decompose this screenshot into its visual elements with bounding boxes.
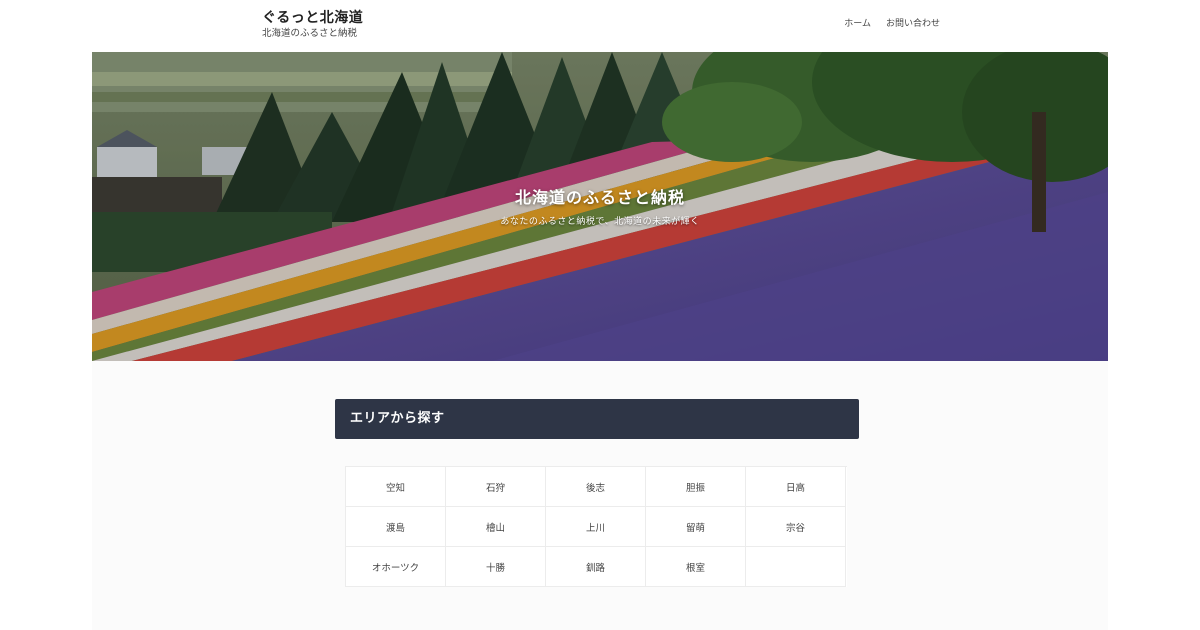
area-link-hidaka[interactable]: 日高 xyxy=(746,467,846,507)
page-wrapper: ぐるっと北海道 北海道のふるさと納税 ホーム お問い合わせ 北海道のふるさと納税… xyxy=(92,0,1108,630)
area-link-shiribeshi[interactable]: 後志 xyxy=(546,467,646,507)
area-link-sorachi[interactable]: 空知 xyxy=(346,467,446,507)
area-link-kamikawa[interactable]: 上川 xyxy=(546,507,646,547)
area-link-tokachi[interactable]: 十勝 xyxy=(446,547,546,587)
area-cell-empty xyxy=(746,547,846,587)
area-link-okhotsk[interactable]: オホーツク xyxy=(346,547,446,587)
hero-subtitle: あなたのふるさと納税で、北海道の未来が輝く xyxy=(500,217,700,227)
area-link-kushiro[interactable]: 釧路 xyxy=(546,547,646,587)
area-link-rumoi[interactable]: 留萌 xyxy=(646,507,746,547)
area-link-ishikari[interactable]: 石狩 xyxy=(446,467,546,507)
nav-home-link[interactable]: ホーム xyxy=(844,18,871,30)
site-title[interactable]: ぐるっと北海道 xyxy=(262,9,363,27)
nav-contact-link[interactable]: お問い合わせ xyxy=(886,18,940,30)
area-link-hiyama[interactable]: 檜山 xyxy=(446,507,546,547)
hero-title: 北海道のふるさと納税 xyxy=(514,188,685,207)
brand[interactable]: ぐるっと北海道 北海道のふるさと納税 xyxy=(262,9,363,40)
area-grid: 空知 石狩 後志 胆振 日高 渡島 檜山 上川 留萌 宗谷 オホーツク 十勝 釧… xyxy=(345,466,847,587)
area-link-nemuro[interactable]: 根室 xyxy=(646,547,746,587)
area-section-heading: エリアから探す xyxy=(335,399,859,439)
hero-banner: 北海道のふるさと納税 あなたのふるさと納税で、北海道の未来が輝く xyxy=(92,52,1108,361)
site-tagline: 北海道のふるさと納税 xyxy=(262,28,358,39)
area-link-oshima[interactable]: 渡島 xyxy=(346,507,446,547)
area-link-iburi[interactable]: 胆振 xyxy=(646,467,746,507)
main-nav: ホーム お問い合わせ xyxy=(844,18,940,30)
site-header: ぐるっと北海道 北海道のふるさと納税 ホーム お問い合わせ xyxy=(92,0,1108,52)
area-link-soya[interactable]: 宗谷 xyxy=(746,507,846,547)
